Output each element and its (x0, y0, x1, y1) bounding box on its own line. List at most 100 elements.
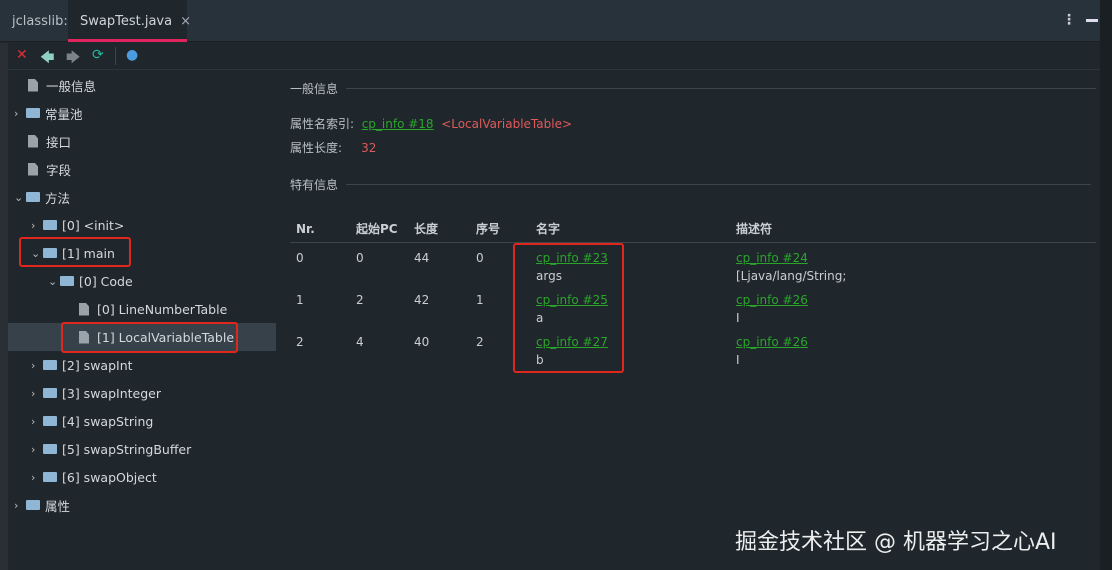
close-tab-icon[interactable]: × (180, 14, 191, 29)
tree-item[interactable]: › [5] swapStringBuffer (31, 438, 191, 460)
tree-item[interactable]: ⌄ [0] Code (48, 270, 133, 292)
tree-item-label: [6] swapObject (62, 469, 157, 485)
minimize-icon[interactable] (1086, 19, 1098, 22)
table-row[interactable]: 0 0 44 0 cp_info #23 args cp_info #24 [Ljava/la… (290, 242, 1096, 285)
folder-icon (43, 220, 57, 230)
file-icon (28, 78, 38, 92)
cell-nr: 1 (296, 292, 304, 307)
col-header[interactable]: 描述符 (730, 216, 1096, 243)
expand-chevron-icon[interactable]: › (14, 107, 26, 120)
tree-item-label: 一般信息 (46, 78, 97, 94)
divider (346, 184, 1092, 185)
col-header[interactable]: 长度 (408, 216, 470, 243)
specific-info-section: 特有信息 (290, 176, 1092, 193)
tab-swaptest[interactable]: SwapTest.java × (68, 0, 191, 42)
toolbar: ✕ 🡄 🡆 ⟳ ● (8, 43, 1100, 70)
expand-chevron-icon[interactable]: › (31, 471, 43, 484)
expand-chevron-icon[interactable]: › (31, 359, 43, 372)
tree-item-label: 属性 (45, 498, 71, 514)
table-row[interactable]: 2 4 40 2 cp_info #27 b cp_info #26 I (290, 327, 1096, 369)
attribute-name: <LocalVariableTable> (441, 117, 573, 131)
length-row: 属性长度: 32 (290, 139, 376, 156)
name-index-row: 属性名索引: cp_info #18 <LocalVariableTable> (290, 115, 572, 132)
cp-info-link[interactable]: cp_info #24 (736, 251, 808, 265)
folder-icon (60, 276, 74, 286)
tree-item-label: [4] swapString (62, 413, 154, 429)
tree-item-label: [2] swapInt (62, 357, 133, 373)
length-value: 32 (361, 141, 377, 155)
col-header[interactable]: 名字 (530, 216, 730, 243)
file-icon (28, 134, 38, 148)
tree-item[interactable]: 接口 (14, 130, 71, 152)
field-label: 属性名索引: (290, 117, 355, 131)
refresh-icon[interactable]: ⟳ (92, 47, 104, 63)
close-icon[interactable]: ✕ (16, 47, 28, 63)
tree-item[interactable]: › 属性 (14, 494, 70, 516)
cell-descriptor: cp_info #26 I (730, 327, 1096, 369)
descriptor-value: [Ljava/lang/String; (736, 268, 847, 283)
col-header[interactable]: 序号 (470, 216, 530, 243)
cell-start-pc: 4 (356, 334, 364, 349)
section-title: 特有信息 (290, 178, 339, 192)
cell-length: 42 (414, 292, 430, 307)
cell-nr: 2 (296, 334, 304, 349)
folder-icon (43, 472, 57, 482)
cp-info-link[interactable]: cp_info #26 (736, 335, 808, 349)
back-icon[interactable]: 🡄 (40, 47, 54, 71)
tree-item-label: 方法 (45, 190, 71, 206)
highlight-box (513, 243, 624, 373)
cell-length: 40 (414, 334, 430, 349)
tree-item[interactable]: › 常量池 (14, 102, 83, 124)
expand-chevron-icon[interactable]: › (31, 443, 43, 456)
tree-item-label: 字段 (46, 162, 72, 178)
app-label: jclasslib: (12, 14, 68, 29)
tree-item-label: [0] LineNumberTable (97, 301, 228, 317)
folder-icon (26, 500, 40, 510)
highlight-box (61, 322, 238, 353)
tree-item-label: [5] swapStringBuffer (62, 441, 192, 457)
tree-item[interactable]: 字段 (14, 158, 71, 180)
tree-item-label: 常量池 (45, 106, 83, 122)
file-icon (79, 302, 89, 316)
general-info-section: 一般信息 (290, 80, 1097, 97)
expand-chevron-icon[interactable]: › (31, 387, 43, 400)
right-tool-strip (1100, 0, 1112, 570)
expand-chevron-icon[interactable]: ⌄ (14, 191, 26, 204)
cp-info-link[interactable]: cp_info #18 (362, 117, 434, 131)
folder-icon (43, 416, 57, 426)
expand-chevron-icon[interactable]: ⌄ (48, 275, 60, 288)
tree-item-label: [3] swapInteger (62, 385, 161, 401)
tree-item-label: [0] <init> (62, 217, 125, 233)
tree-item[interactable]: › [6] swapObject (31, 466, 157, 488)
col-header[interactable]: 起始PC (350, 216, 408, 243)
col-header[interactable]: Nr. (290, 216, 350, 243)
tree-item[interactable]: [0] LineNumberTable (65, 298, 227, 320)
cp-info-link[interactable]: cp_info #26 (736, 293, 808, 307)
forward-icon[interactable]: 🡆 (66, 47, 80, 71)
table-row[interactable]: 1 2 42 1 cp_info #25 a cp_info #26 I (290, 285, 1096, 327)
tree-item[interactable]: 一般信息 (14, 74, 96, 96)
divider (346, 88, 1097, 89)
tree-item[interactable]: › [2] swapInt (31, 354, 133, 376)
descriptor-value: I (736, 310, 740, 325)
descriptor-value: I (736, 352, 740, 367)
tree-item[interactable]: ⌄ 方法 (14, 186, 70, 208)
tree-item-label: [0] Code (79, 273, 133, 289)
cell-descriptor: cp_info #24 [Ljava/lang/String; (730, 242, 1096, 285)
tree-item[interactable]: › [0] <init> (31, 214, 124, 236)
file-icon (28, 162, 38, 176)
browser-globe-icon[interactable]: ● (126, 47, 138, 63)
tree-item-label: 接口 (46, 134, 72, 150)
watermark: 掘金技术社区 @ 机器学习之心AI (735, 530, 1057, 555)
highlight-box (19, 237, 131, 267)
expand-chevron-icon[interactable]: › (31, 219, 43, 232)
expand-chevron-icon[interactable]: › (14, 499, 26, 512)
folder-icon (26, 108, 40, 118)
cell-nr: 0 (296, 250, 304, 265)
folder-icon (43, 360, 57, 370)
tree-item[interactable]: › [4] swapString (31, 410, 153, 432)
more-options-icon[interactable]: ⋮ (1062, 12, 1076, 28)
expand-chevron-icon[interactable]: › (31, 415, 43, 428)
tree-item[interactable]: › [3] swapInteger (31, 382, 161, 404)
cell-start-pc: 2 (356, 292, 364, 307)
